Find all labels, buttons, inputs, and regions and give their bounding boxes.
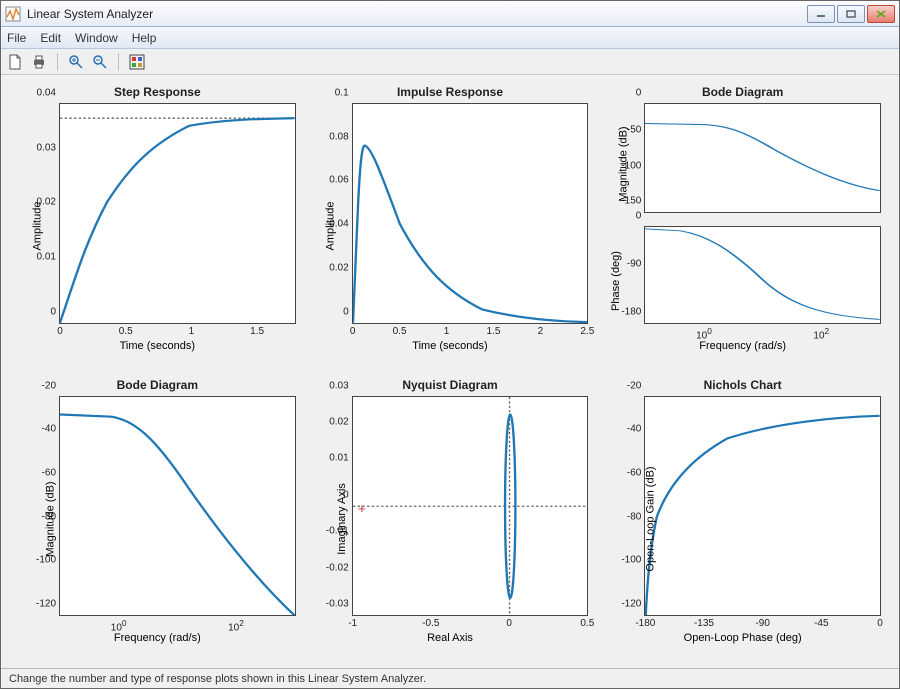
xtick: 0 bbox=[350, 323, 356, 337]
xtick: 0 bbox=[57, 323, 63, 337]
ytick: -60 bbox=[627, 467, 645, 478]
ytick: 0.04 bbox=[37, 88, 60, 99]
xtick: -90 bbox=[755, 615, 769, 629]
toolbar-separator bbox=[57, 53, 58, 71]
ytick: -0.02 bbox=[326, 562, 353, 573]
xtick: -1 bbox=[348, 615, 357, 629]
menu-edit[interactable]: Edit bbox=[40, 31, 61, 45]
ylabel: Open-Loop Gain (dB) bbox=[645, 466, 657, 571]
panel-bode-top[interactable]: Bode Diagram -150 -100 -50 0 -180 -9 bbox=[598, 85, 887, 372]
panel-nyquist[interactable]: Nyquist Diagram + -0.03 -0.02 -0.01 0 0.… bbox=[306, 378, 595, 665]
ytick: -0.03 bbox=[326, 599, 353, 610]
menu-window[interactable]: Window bbox=[75, 31, 118, 45]
panel-step[interactable]: Step Response 0 0.01 0.02 0.03 0.04 0 0.… bbox=[13, 85, 302, 372]
ytick: 0.06 bbox=[329, 175, 352, 186]
plot-grid: Step Response 0 0.01 0.02 0.03 0.04 0 0.… bbox=[1, 75, 899, 668]
ylabel-mag: Magnitude (dB) bbox=[618, 126, 630, 201]
ytick: -120 bbox=[36, 599, 60, 610]
ylabel-phase: Phase (deg) bbox=[610, 251, 622, 311]
xlabel: Time (seconds) bbox=[306, 340, 595, 352]
xlabel: Real Axis bbox=[306, 632, 595, 644]
ytick: 0.08 bbox=[329, 131, 352, 142]
xlabel: Frequency (rad/s) bbox=[13, 632, 302, 644]
ytick: -90 bbox=[627, 258, 645, 269]
xtick: 1.5 bbox=[250, 323, 264, 337]
ytick: 0.02 bbox=[329, 262, 352, 273]
xlabel: Frequency (rad/s) bbox=[598, 340, 887, 352]
xtick: 0.5 bbox=[580, 615, 594, 629]
panel-impulse[interactable]: Impulse Response 0 0.02 0.04 0.06 0.08 0… bbox=[306, 85, 595, 372]
ytick: 0.1 bbox=[335, 88, 353, 99]
xtick: 0 bbox=[506, 615, 512, 629]
ytick: -120 bbox=[621, 599, 645, 610]
axes-bode-bot[interactable]: -120 -100 -80 -60 -40 -20 100 102 bbox=[59, 396, 296, 617]
xlabel: Time (seconds) bbox=[13, 340, 302, 352]
ytick: -40 bbox=[42, 424, 60, 435]
ytick: -60 bbox=[42, 467, 60, 478]
ytick: -180 bbox=[621, 306, 645, 317]
app-icon bbox=[5, 6, 21, 22]
ylabel: Imaginary Axis bbox=[335, 483, 347, 555]
window-title: Linear System Analyzer bbox=[27, 7, 807, 21]
zoom-out-icon[interactable] bbox=[92, 54, 108, 70]
ytick: -100 bbox=[621, 555, 645, 566]
ytick: 0.01 bbox=[329, 453, 352, 464]
xtick: -180 bbox=[635, 615, 655, 629]
xtick: 0.5 bbox=[119, 323, 133, 337]
panel-bode-bot[interactable]: Bode Diagram -120 -100 -80 -60 -40 -20 1… bbox=[13, 378, 302, 665]
app-window: Linear System Analyzer File Edit Window … bbox=[0, 0, 900, 689]
statusbar: Change the number and type of response p… bbox=[1, 668, 899, 688]
xtick: -135 bbox=[694, 615, 714, 629]
print-icon[interactable] bbox=[31, 54, 47, 70]
axes-impulse[interactable]: 0 0.02 0.04 0.06 0.08 0.1 0 0.5 1 1.5 2 … bbox=[352, 103, 589, 324]
toolbar bbox=[1, 49, 899, 75]
axes-bode-phase[interactable]: -180 -90 0 100 102 bbox=[644, 226, 881, 323]
ytick: 0.02 bbox=[329, 417, 352, 428]
axes-nichols[interactable]: -120 -100 -80 -60 -40 -20 -180 -135 -90 … bbox=[644, 396, 881, 617]
menubar: File Edit Window Help bbox=[1, 27, 899, 49]
panel-nichols[interactable]: Nichols Chart -120 -100 -80 -60 -40 -20 … bbox=[598, 378, 887, 665]
xlabel: Open-Loop Phase (deg) bbox=[598, 632, 887, 644]
ylabel: Magnitude (dB) bbox=[45, 481, 57, 556]
svg-text:+: + bbox=[357, 501, 365, 515]
ytick: 0.03 bbox=[329, 380, 352, 391]
xtick: 1 bbox=[189, 323, 195, 337]
ytick: 0 bbox=[636, 88, 646, 99]
ytick: 0.01 bbox=[37, 251, 60, 262]
xtick: 2.5 bbox=[580, 323, 594, 337]
axes-step[interactable]: 0 0.01 0.02 0.03 0.04 0 0.5 1 1.5 bbox=[59, 103, 296, 324]
new-file-icon[interactable] bbox=[7, 54, 23, 70]
xtick: -45 bbox=[814, 615, 828, 629]
ytick: 0 bbox=[636, 211, 646, 222]
ytick: 0.03 bbox=[37, 142, 60, 153]
ylabel: Amplitude bbox=[324, 202, 336, 251]
ytick: -20 bbox=[627, 380, 645, 391]
ytick: 0 bbox=[343, 306, 353, 317]
titlebar[interactable]: Linear System Analyzer bbox=[1, 1, 899, 27]
minimize-button[interactable] bbox=[807, 5, 835, 23]
ylabel: Amplitude bbox=[31, 202, 43, 251]
axes-bode-mag[interactable]: -150 -100 -50 0 bbox=[644, 103, 881, 213]
menu-file[interactable]: File bbox=[7, 31, 26, 45]
zoom-in-icon[interactable] bbox=[68, 54, 84, 70]
axes-nyquist[interactable]: + -0.03 -0.02 -0.01 0 0.01 0.02 0.03 -1 … bbox=[352, 396, 589, 617]
xtick: 1 bbox=[444, 323, 450, 337]
close-button[interactable] bbox=[867, 5, 895, 23]
xtick: 0 bbox=[877, 615, 883, 629]
ytick: -20 bbox=[42, 380, 60, 391]
toolbar-separator bbox=[118, 53, 119, 71]
xtick: -0.5 bbox=[422, 615, 439, 629]
layout-icon[interactable] bbox=[129, 54, 145, 70]
ytick: 0 bbox=[50, 306, 60, 317]
xtick: 0.5 bbox=[393, 323, 407, 337]
menu-help[interactable]: Help bbox=[132, 31, 157, 45]
xtick: 2 bbox=[538, 323, 544, 337]
ytick: -50 bbox=[627, 124, 645, 135]
ytick: -40 bbox=[627, 424, 645, 435]
xtick: 1.5 bbox=[487, 323, 501, 337]
ytick: -80 bbox=[627, 511, 645, 522]
maximize-button[interactable] bbox=[837, 5, 865, 23]
status-text: Change the number and type of response p… bbox=[9, 673, 426, 685]
